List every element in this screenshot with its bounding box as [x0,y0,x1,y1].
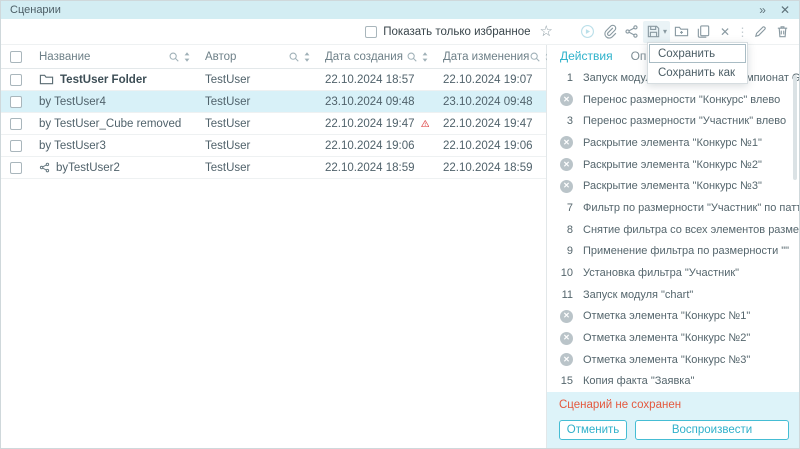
collapse-icon[interactable]: » [759,4,766,16]
column-header-name[interactable]: Название [31,45,197,68]
column-header-author[interactable]: Автор [197,45,317,68]
search-icon[interactable] [406,51,418,63]
menu-item-save[interactable]: Сохранить [649,44,746,63]
blocked-icon: ✕ [560,353,573,366]
sort-icon[interactable] [183,51,191,63]
action-item[interactable]: 7 Фильтр по размерности "Участник" по па… [547,197,799,219]
action-item[interactable]: 15 Копия факта "Заявка" [547,371,799,392]
search-icon[interactable] [168,51,180,63]
row-checkbox[interactable] [10,140,22,152]
blocked-icon: ✕ [560,332,573,345]
window-title: Сценарии [10,4,61,16]
play-button[interactable]: Воспроизвести [635,420,789,440]
column-header-modified[interactable]: Дата изменения [435,45,546,68]
action-item[interactable]: 10 Установка фильтра "Участник" [547,262,799,284]
attach-button[interactable] [599,21,621,43]
action-item[interactable]: 9 Применение фильтра по размерности "" [547,241,799,263]
scenario-detail-panel: Действия Описание 1 Запуск модуля "multi… [547,45,799,448]
sort-icon[interactable] [303,51,311,63]
copy-icon [696,24,711,39]
main-content: Название Автор Дата создания [1,45,799,448]
share-button[interactable] [621,21,643,43]
action-item[interactable]: 8 Снятие фильтра со всех элементов разме… [547,219,799,241]
status-text: Сценарий не сохранен [559,399,789,411]
action-item[interactable]: ✕ Раскрытие элемента "Конкурс №1" [547,132,799,154]
new-folder-button[interactable] [670,21,692,43]
scrollbar-thumb[interactable] [793,75,797,180]
save-icon [646,24,661,39]
table-row[interactable]: by TestUser_Cube removed TestUser 22.10.… [1,113,546,135]
remove-icon: ✕ [720,26,730,38]
folder-icon [39,72,54,87]
column-header-created[interactable]: Дата создания [317,45,435,68]
row-checkbox[interactable] [10,74,22,86]
toolbar-divider-icon: ⋮ [736,26,749,38]
favorites-label: Показать только избранное [383,26,530,38]
row-checkbox[interactable] [10,96,22,108]
save-button[interactable]: ▾ [643,21,670,43]
action-item[interactable]: ✕ Отметка элемента "Конкурс №1" [547,306,799,328]
shared-scenario-icon [39,162,50,173]
table-row[interactable]: TestUser Folder TestUser 22.10.2024 18:5… [1,69,546,91]
action-list: 1 Запуск модуля "multisphere" "Чемпионат… [547,67,799,392]
blocked-icon: ✕ [560,158,573,171]
search-icon[interactable] [288,51,300,63]
action-item[interactable]: ✕ Отметка элемента "Конкурс №2" [547,327,799,349]
paperclip-icon [602,24,617,39]
save-dropdown-menu: Сохранить Сохранить как [647,42,748,84]
pencil-icon [753,24,768,39]
panel-footer: Сценарий не сохранен Отменить Воспроизве… [547,392,799,448]
play-button[interactable] [577,21,599,43]
menu-item-save-as[interactable]: Сохранить как [649,63,746,82]
remove-button[interactable]: ✕ [714,21,736,43]
toolbar-icon-group: ▾ ✕ ⋮ [577,21,793,43]
search-icon[interactable] [529,51,541,63]
blocked-icon: ✕ [560,136,573,149]
favorites-filter[interactable]: Показать только избранное ☆ [365,24,553,39]
delete-button[interactable] [771,21,793,43]
action-item[interactable]: 3 Перенос размерности "Участник" влево [547,110,799,132]
row-checkbox[interactable] [10,162,22,174]
table-row-selected[interactable]: by TestUser4 TestUser 23.10.2024 09:48 2… [1,91,546,113]
tab-actions[interactable]: Действия [560,49,613,63]
share-icon [624,24,639,39]
scenario-table: Название Автор Дата создания [1,45,547,448]
trash-icon [775,24,790,39]
blocked-icon: ✕ [560,310,573,323]
warning-icon [421,117,429,130]
cancel-button[interactable]: Отменить [559,420,627,440]
close-icon[interactable]: ✕ [780,4,790,16]
folder-plus-icon [674,24,689,39]
scenarios-window: Сценарии » ✕ Показать только избранное ☆ [0,0,800,449]
row-checkbox[interactable] [10,118,22,130]
play-icon [580,24,595,39]
action-item[interactable]: ✕ Отметка элемента "Конкурс №3" [547,349,799,371]
select-all-checkbox[interactable] [10,51,22,63]
edit-button[interactable] [749,21,771,43]
action-item[interactable]: 11 Запуск модуля "chart" [547,284,799,306]
action-item[interactable]: ✕ Раскрытие элемента "Конкурс №3" [547,175,799,197]
star-icon: ☆ [540,24,553,39]
table-row[interactable]: by TestUser3 TestUser 22.10.2024 19:06 2… [1,135,546,157]
action-item[interactable]: ✕ Раскрытие элемента "Конкурс №2" [547,154,799,176]
action-item[interactable]: ✕ Перенос размерности "Конкурс" влево [547,89,799,111]
table-row[interactable]: byTestUser2 TestUser 22.10.2024 18:59 22… [1,157,546,179]
sort-icon[interactable] [421,51,429,63]
table-header: Название Автор Дата создания [1,45,546,69]
favorites-checkbox[interactable] [365,26,377,38]
titlebar: Сценарии » ✕ [1,1,799,19]
blocked-icon: ✕ [560,180,573,193]
blocked-icon: ✕ [560,93,573,106]
copy-button[interactable] [692,21,714,43]
chevron-down-icon[interactable]: ▾ [663,28,667,36]
